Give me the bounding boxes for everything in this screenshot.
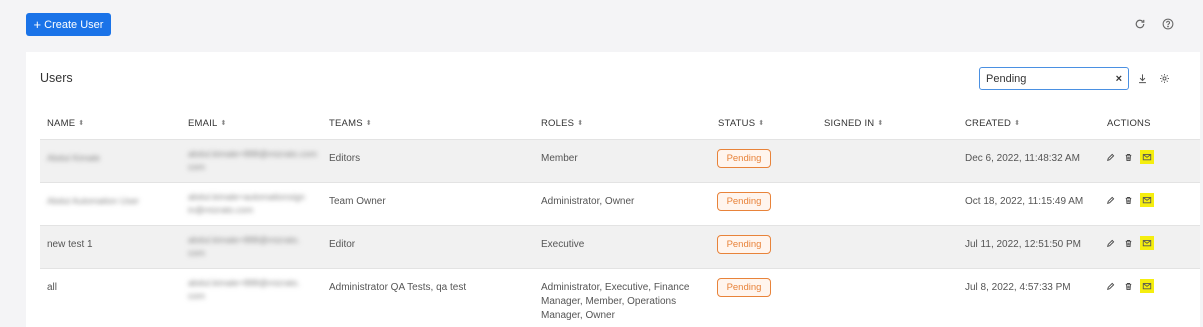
status-badge: Pending xyxy=(717,278,771,297)
col-email-header[interactable]: EMAIL ⬍ xyxy=(188,118,227,129)
user-name: all xyxy=(47,282,58,293)
user-name: Abdul Automation User xyxy=(47,196,140,206)
user-teams: Team Owner xyxy=(329,196,386,207)
sort-icon: ⬍ xyxy=(1014,120,1021,127)
sort-icon: ⬍ xyxy=(877,120,884,127)
refresh-icon[interactable] xyxy=(1133,17,1147,31)
delete-icon[interactable] xyxy=(1122,194,1134,206)
users-panel: Users × NAME⬍ EMAIL⬍ TEAMS⬍ ROLES⬍ STATU… xyxy=(26,52,1200,327)
table-header: NAME ⬍ EMAIL ⬍ TEAMS ⬍ ROLES ⬍ STATUS ⬍ SIGNE… xyxy=(40,118,1200,138)
status-badge: Pending xyxy=(717,235,771,254)
user-teams: Editor xyxy=(329,239,356,250)
table-row[interactable]: Abdul Kimale abdul.kimale+888@mizrato.co… xyxy=(40,139,1200,182)
user-roles: Executive xyxy=(541,238,584,252)
user-email: abdul.kimale+automationsign in@mizrato.co… xyxy=(188,191,305,217)
sort-icon: ⬍ xyxy=(758,120,765,127)
email-line: abdul.kimale+888@mizrato. xyxy=(188,235,300,245)
col-label: STATUS xyxy=(718,118,756,129)
settings-icon[interactable] xyxy=(1158,72,1170,84)
email-line: abdul.kimale+888@mizrato.com xyxy=(188,149,317,159)
status-badge: Pending xyxy=(717,192,771,211)
col-label: ACTIONS xyxy=(1107,118,1151,129)
page-title: Users xyxy=(40,71,73,85)
mail-icon[interactable] xyxy=(1140,193,1154,207)
user-roles: Administrator, Owner xyxy=(541,195,634,209)
email-line: com xyxy=(188,291,206,301)
email-line: in@mizrato.com xyxy=(188,205,254,215)
create-user-button[interactable]: + Create User xyxy=(26,13,111,36)
mail-icon[interactable] xyxy=(1140,279,1154,293)
sort-icon: ⬍ xyxy=(220,120,227,127)
email-line: com xyxy=(188,162,206,172)
roles-line: Administrator, Executive, Finance xyxy=(541,282,690,293)
create-user-label: Create User xyxy=(44,18,104,31)
edit-icon[interactable] xyxy=(1104,194,1116,206)
col-actions-header: ACTIONS xyxy=(1107,118,1151,129)
email-line: abdul.kimale+888@mizrato. xyxy=(188,278,300,288)
table-row[interactable]: new test 1 abdul.kimale+888@mizrato. com … xyxy=(40,225,1200,268)
col-label: TEAMS xyxy=(329,118,363,129)
user-created: Jul 11, 2022, 12:51:50 PM xyxy=(965,239,1082,250)
col-label: NAME xyxy=(47,118,76,129)
delete-icon[interactable] xyxy=(1122,151,1134,163)
user-created: Dec 6, 2022, 11:48:32 AM xyxy=(965,153,1080,164)
user-roles: Administrator, Executive, Finance Manage… xyxy=(541,281,689,323)
col-signed-in-header[interactable]: SIGNED IN ⬍ xyxy=(824,118,883,129)
status-badge: Pending xyxy=(717,149,771,168)
email-line: abdul.kimale+automationsign xyxy=(188,192,305,202)
edit-icon[interactable] xyxy=(1104,151,1116,163)
edit-icon[interactable] xyxy=(1104,280,1116,292)
user-name: Abdul Kimale xyxy=(47,153,101,163)
col-status-header[interactable]: STATUS ⬍ xyxy=(718,118,764,129)
col-name-header[interactable]: NAME ⬍ xyxy=(47,118,84,129)
col-teams-header[interactable]: TEAMS ⬍ xyxy=(329,118,372,129)
col-created-header[interactable]: CREATED ⬍ xyxy=(965,118,1020,129)
user-name: new test 1 xyxy=(47,239,93,250)
sort-icon: ⬍ xyxy=(78,120,85,127)
table-row[interactable]: Abdul Automation User abdul.kimale+autom… xyxy=(40,182,1200,225)
sort-icon: ⬍ xyxy=(365,120,372,127)
help-icon[interactable] xyxy=(1161,17,1175,31)
delete-icon[interactable] xyxy=(1122,280,1134,292)
user-email: abdul.kimale+888@mizrato. com xyxy=(188,277,300,303)
sort-icon: ⬍ xyxy=(577,120,584,127)
user-email: abdul.kimale+888@mizrato.com com xyxy=(188,148,317,174)
col-label: CREATED xyxy=(965,118,1012,129)
roles-line: Member xyxy=(541,153,578,164)
roles-line: Manager, Member, Operations xyxy=(541,296,677,307)
search-field[interactable]: × xyxy=(979,67,1129,90)
email-line: com xyxy=(188,248,206,258)
mail-icon[interactable] xyxy=(1140,150,1154,164)
col-label: EMAIL xyxy=(188,118,218,129)
col-label: SIGNED IN xyxy=(824,118,875,129)
user-roles: Member xyxy=(541,152,578,166)
edit-icon[interactable] xyxy=(1104,237,1116,249)
col-roles-header[interactable]: ROLES ⬍ xyxy=(541,118,583,129)
user-created: Jul 8, 2022, 4:57:33 PM xyxy=(965,282,1071,293)
user-teams: Administrator QA Tests, qa test xyxy=(329,282,467,293)
col-label: ROLES xyxy=(541,118,575,129)
mail-icon[interactable] xyxy=(1140,236,1154,250)
user-email: abdul.kimale+888@mizrato. com xyxy=(188,234,300,260)
clear-search-icon[interactable]: × xyxy=(1116,73,1122,85)
table-row[interactable]: all abdul.kimale+888@mizrato. com Adminis… xyxy=(40,268,1200,327)
roles-line: Manager, Owner xyxy=(541,310,615,321)
search-input[interactable] xyxy=(986,72,1116,85)
plus-icon: + xyxy=(33,17,42,32)
roles-line: Executive xyxy=(541,239,585,250)
user-created: Oct 18, 2022, 11:15:49 AM xyxy=(965,196,1084,207)
roles-line: Administrator, Owner xyxy=(541,196,635,207)
delete-icon[interactable] xyxy=(1122,237,1134,249)
download-icon[interactable] xyxy=(1136,72,1148,84)
user-teams: Editors xyxy=(329,153,361,164)
